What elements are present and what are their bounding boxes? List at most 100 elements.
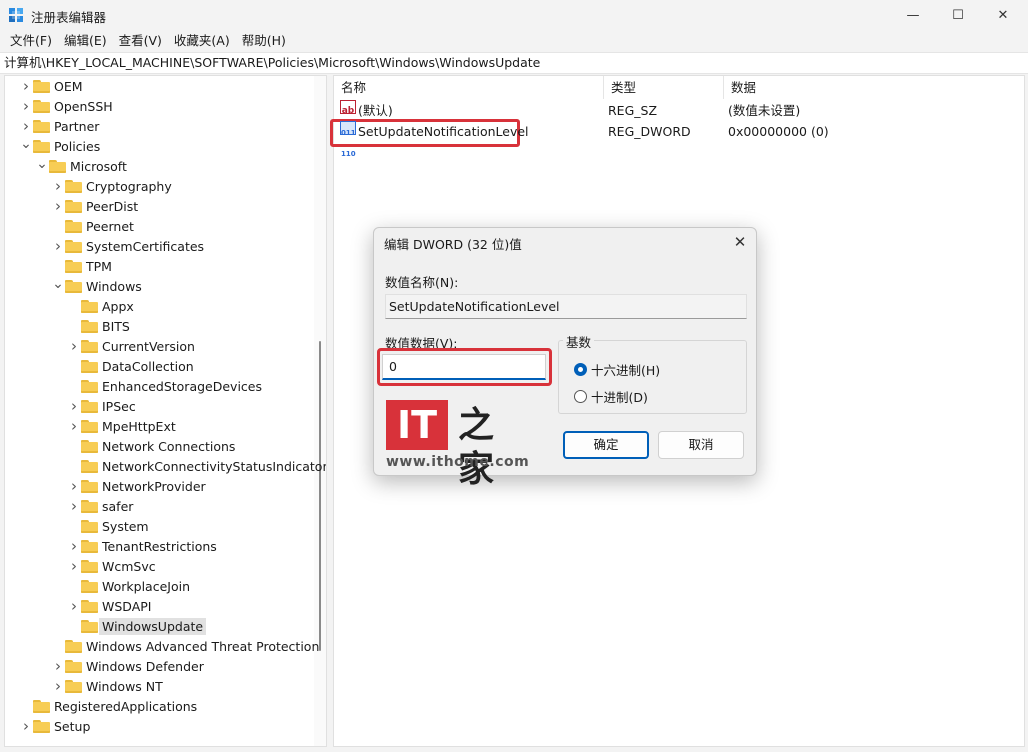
folder-icon — [65, 260, 82, 273]
chevron-right-icon[interactable]: › — [67, 416, 81, 436]
watermark-url: www.ithome.com — [386, 454, 530, 470]
tree-item[interactable]: Peernet — [51, 216, 134, 236]
tree-item-label: DataCollection — [102, 358, 194, 374]
folder-icon — [81, 340, 98, 353]
chevron-right-icon[interactable]: › — [51, 176, 65, 196]
folder-icon — [65, 280, 82, 293]
menu-help[interactable]: 帮助(H) — [236, 30, 292, 52]
tree-item[interactable]: WindowsUpdate — [67, 616, 207, 636]
tree-item[interactable]: › Cryptography — [51, 176, 172, 196]
tree-item[interactable]: ⌄ Policies — [19, 136, 100, 156]
ithome-watermark: IT 之家 www.ithome.com — [386, 400, 529, 490]
dialog-close-icon[interactable]: ✕ — [730, 233, 750, 251]
tree-item[interactable]: › Windows NT — [51, 676, 163, 696]
tree-item-label: MpeHttpExt — [102, 418, 176, 434]
key-tree-pane[interactable]: › OEM › OpenSSH › Partner ⌄ Policies ⌄ Microsoft ›… — [4, 75, 327, 747]
menu-file[interactable]: 文件(F) — [4, 30, 58, 52]
chevron-right-icon[interactable]: › — [67, 396, 81, 416]
tree-item-label: Microsoft — [70, 158, 127, 174]
chevron-right-icon[interactable]: › — [19, 96, 33, 116]
chevron-down-icon[interactable]: ⌄ — [19, 134, 33, 154]
tree-item-label: IPSec — [102, 398, 136, 414]
tree-item[interactable]: BITS — [67, 316, 130, 336]
column-header-name[interactable]: 名称 — [334, 76, 604, 99]
tree-item[interactable]: › Windows Defender — [51, 656, 204, 676]
chevron-right-icon[interactable]: › — [67, 596, 81, 616]
close-button[interactable]: ✕ — [980, 0, 1026, 30]
tree-item[interactable]: ⌄ Microsoft — [35, 156, 127, 176]
tree-item[interactable]: ⌄ Windows — [51, 276, 142, 296]
tree-item[interactable]: NetworkConnectivityStatusIndicator — [67, 456, 326, 476]
tree-item[interactable]: › safer — [67, 496, 133, 516]
tree-item-label: Appx — [102, 298, 134, 314]
tree-item[interactable]: › WSDAPI — [67, 596, 151, 616]
value-data: (数值未设置) — [728, 103, 801, 118]
maximize-button[interactable]: ☐ — [935, 0, 981, 30]
tree-item[interactable]: › TenantRestrictions — [67, 536, 217, 556]
tree-item[interactable]: Windows Advanced Threat Protection — [51, 636, 319, 656]
chevron-down-icon[interactable]: ⌄ — [35, 154, 49, 174]
tree-item[interactable]: Network Connections — [67, 436, 235, 456]
title-bar: 注册表编辑器 — ☐ ✕ — [0, 0, 1028, 30]
watermark-logo-cn: 之家 — [458, 405, 495, 490]
tree-item[interactable]: › SystemCertificates — [51, 236, 204, 256]
tree-item[interactable]: › MpeHttpExt — [67, 416, 176, 436]
folder-icon — [81, 580, 98, 593]
tree-item[interactable]: › OpenSSH — [19, 96, 113, 116]
list-item[interactable]: 011 110 SetUpdateNotificationLevel REG_DW… — [330, 119, 1024, 158]
folder-icon — [65, 200, 82, 213]
chevron-right-icon[interactable]: › — [51, 196, 65, 216]
chevron-right-icon[interactable]: › — [51, 236, 65, 256]
tree-item-label: Partner — [54, 118, 100, 134]
chevron-right-icon[interactable]: › — [19, 76, 33, 96]
column-header-type[interactable]: 类型 — [604, 76, 724, 99]
chevron-right-icon[interactable]: › — [67, 536, 81, 556]
chevron-right-icon[interactable]: › — [51, 676, 65, 696]
value-data: 0x00000000 (0) — [728, 124, 829, 139]
tree-item[interactable]: › WcmSvc — [67, 556, 156, 576]
tree-item[interactable]: › Setup — [19, 716, 90, 736]
tree-item[interactable]: › PeerDist — [51, 196, 138, 216]
cancel-button[interactable]: 取消 — [658, 431, 744, 459]
minimize-icon: — — [906, 7, 920, 23]
menu-favorites[interactable]: 收藏夹(A) — [168, 30, 236, 52]
tree-item[interactable]: System — [67, 516, 149, 536]
folder-icon — [33, 80, 50, 93]
chevron-right-icon[interactable]: › — [67, 496, 81, 516]
radio-dec[interactable]: 十进制(D) — [574, 387, 648, 406]
tree-item[interactable]: › CurrentVersion — [67, 336, 195, 356]
tree-item[interactable]: WorkplaceJoin — [67, 576, 190, 596]
column-header-data[interactable]: 数据 — [724, 76, 1024, 99]
tree-item-label: TenantRestrictions — [102, 538, 217, 554]
minimize-button[interactable]: — — [890, 0, 936, 30]
radio-hex[interactable]: 十六进制(H) — [574, 360, 660, 379]
chevron-down-icon[interactable]: ⌄ — [51, 274, 65, 294]
tree-item[interactable]: RegisteredApplications — [19, 696, 197, 716]
tree-item[interactable]: DataCollection — [67, 356, 194, 376]
radio-dec-label: 十进制(D) — [591, 390, 648, 405]
chevron-right-icon[interactable]: › — [19, 716, 33, 736]
tree-item[interactable]: › IPSec — [67, 396, 136, 416]
tree-scrollbar-thumb[interactable] — [319, 341, 321, 651]
value-data-input[interactable]: 0 — [382, 354, 546, 380]
tree-item[interactable]: › NetworkProvider — [67, 476, 206, 496]
tree-item[interactable]: › OEM — [19, 76, 83, 96]
menu-edit[interactable]: 编辑(E) — [58, 30, 113, 52]
ok-button[interactable]: 确定 — [563, 431, 649, 459]
chevron-right-icon[interactable]: › — [67, 556, 81, 576]
menu-view[interactable]: 查看(V) — [113, 30, 168, 52]
tree-item[interactable]: EnhancedStorageDevices — [67, 376, 262, 396]
address-bar[interactable]: 计算机\HKEY_LOCAL_MACHINE\SOFTWARE\Policies… — [0, 52, 1028, 74]
chevron-right-icon[interactable]: › — [51, 656, 65, 676]
tree-item[interactable]: Appx — [67, 296, 134, 316]
list-item[interactable]: ab (默认) REG_SZ (数值未设置) — [334, 100, 1024, 121]
folder-icon — [81, 480, 98, 493]
value-name: SetUpdateNotificationLevel — [358, 124, 529, 139]
chevron-right-icon[interactable]: › — [67, 476, 81, 496]
folder-icon — [33, 100, 50, 113]
chevron-right-icon[interactable]: › — [67, 336, 81, 356]
tree-item-label: OpenSSH — [54, 98, 113, 114]
